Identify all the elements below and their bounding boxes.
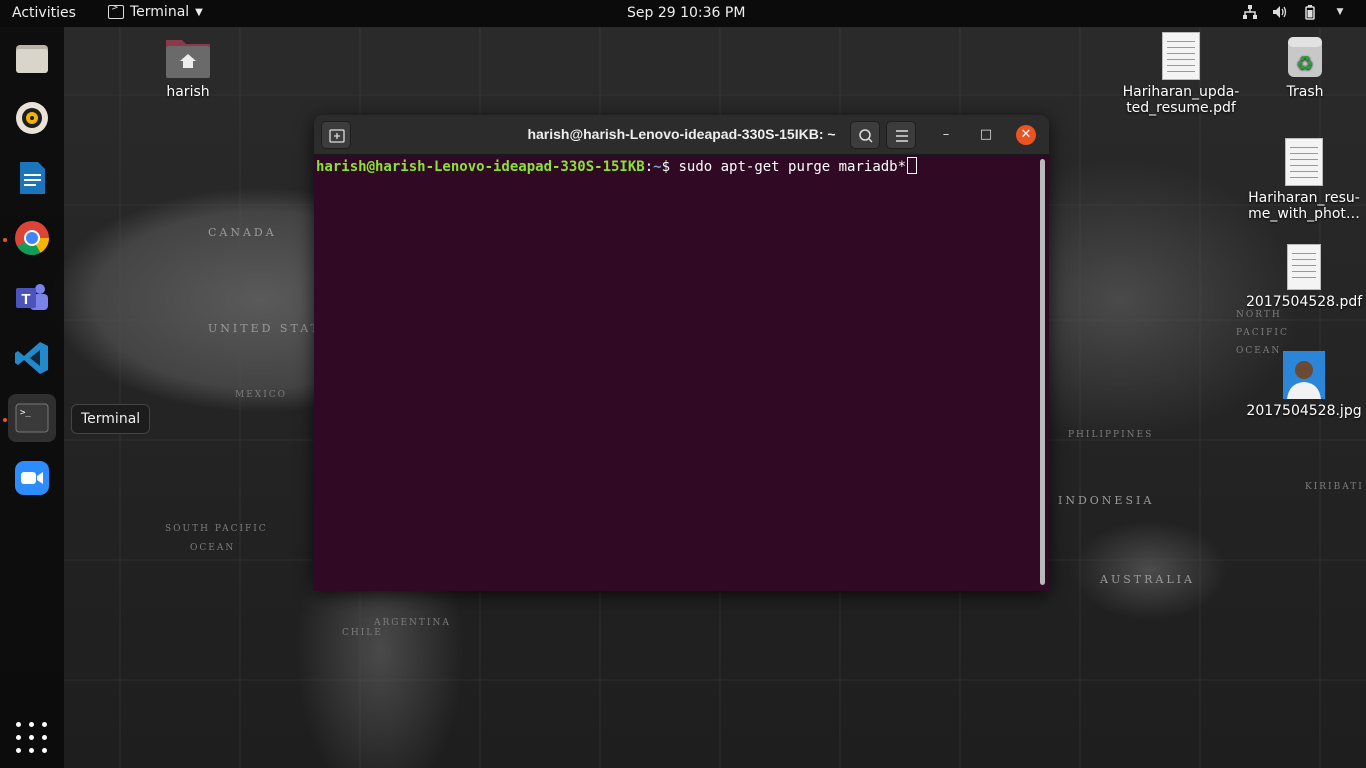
zoom-icon [15, 461, 49, 495]
desktop-icon-label: harish [166, 84, 210, 100]
map-label: PHILIPPINES [1068, 430, 1154, 440]
prompt-colon: : [644, 159, 654, 175]
app-menu[interactable]: Terminal ▼ [108, 3, 203, 20]
system-tray[interactable]: ▼ [1242, 4, 1348, 20]
map-label: KIRIBATI [1305, 482, 1364, 492]
caret-down-icon: ▼ [195, 6, 203, 18]
running-indicator [3, 418, 7, 422]
terminal-output[interactable]: harish@harish-Lenovo-ideapad-330S-15IKB:… [316, 157, 1039, 591]
clock[interactable]: Sep 29 10:36 PM [627, 5, 745, 21]
desktop-icon-label: Hariharan_upda- [1122, 84, 1240, 100]
minimize-button[interactable]: – [936, 125, 956, 145]
pdf-document-icon [1285, 138, 1323, 186]
scrollbar[interactable] [1040, 159, 1045, 585]
map-label: NORTH [1236, 310, 1282, 320]
volume-icon[interactable] [1272, 4, 1288, 20]
map-label: SOUTH PACIFIC [165, 524, 268, 534]
map-label: CHILE [342, 628, 383, 638]
search-button[interactable] [850, 121, 880, 149]
dock-item-rhythmbox[interactable] [8, 94, 56, 142]
map-label: INDONESIA [1058, 494, 1155, 507]
writer-icon [20, 162, 45, 194]
pdf-document-icon [1287, 244, 1321, 290]
hamburger-menu-icon [896, 130, 908, 142]
menu-button[interactable] [886, 121, 916, 149]
home-folder-icon [166, 40, 210, 78]
command-text: sudo apt-get purge mariadb* [678, 159, 907, 175]
pdf-document-icon [1162, 32, 1200, 80]
svg-text:>_: >_ [20, 408, 31, 418]
minimize-icon: – [942, 127, 950, 142]
running-indicator [3, 238, 7, 242]
map-label: OCEAN [190, 543, 236, 553]
chrome-icon [15, 221, 49, 255]
desktop-file-resume-pdf[interactable]: Hariharan_upda- ted_resume.pdf [1118, 32, 1244, 116]
activities-button[interactable]: Activities [12, 5, 76, 21]
desktop-home-folder[interactable]: harish [152, 36, 224, 100]
desktop-trash[interactable]: ♻ Trash [1270, 34, 1340, 100]
files-icon [16, 45, 48, 73]
photo-thumbnail-icon [1283, 351, 1325, 399]
prompt-line: harish@harish-Lenovo-ideapad-330S-15IKB:… [316, 157, 1039, 176]
desktop-icon-label: Trash [1286, 84, 1324, 100]
trash-icon: ♻ [1288, 37, 1322, 77]
teams-icon: T [16, 284, 48, 310]
map-label: ARGENTINA [374, 618, 451, 628]
terminal-window[interactable]: harish@harish-Lenovo-ideapad-330S-15IKB:… [314, 115, 1049, 591]
map-label: MEXICO [235, 390, 288, 400]
desktop-icon-label: 2017504528.pdf [1246, 294, 1363, 310]
dock-item-writer[interactable] [8, 154, 56, 202]
map-label: CANADA [208, 226, 277, 239]
prompt-user: harish@harish-Lenovo-ideapad-330S-15IKB [316, 159, 645, 175]
show-applications-button[interactable] [16, 722, 48, 754]
terminal-header-bar[interactable]: harish@harish-Lenovo-ideapad-330S-15IKB:… [314, 115, 1049, 155]
top-bar: Activities Terminal ▼ Sep 29 10:36 PM ▼ [0, 0, 1366, 27]
dock-item-vscode[interactable] [8, 334, 56, 382]
desktop-file-2017504528-jpg[interactable]: 2017504528.jpg [1246, 351, 1362, 419]
terminal-icon [108, 3, 124, 19]
svg-text:T: T [21, 291, 30, 308]
close-button[interactable]: ✕ [1016, 125, 1036, 145]
dock-item-files[interactable] [8, 34, 56, 82]
dock: T >_ [0, 27, 64, 768]
terminal-icon: >_ [15, 403, 49, 433]
desktop-icon-label: ted_resume.pdf [1126, 100, 1236, 116]
desktop-file-resume-with-photo[interactable]: Hariharan_resu- me_with_phot… [1244, 138, 1364, 222]
map-label: PACIFIC [1236, 328, 1289, 338]
text-cursor [907, 157, 918, 174]
app-menu-label: Terminal [130, 4, 190, 20]
dock-item-terminal[interactable]: >_ [8, 394, 56, 442]
dock-item-zoom[interactable] [8, 454, 56, 502]
search-icon [859, 129, 873, 143]
map-label: AUSTRALIA [1100, 573, 1195, 586]
desktop-file-2017504528-pdf[interactable]: 2017504528.pdf [1246, 244, 1362, 310]
network-icon[interactable] [1242, 4, 1258, 20]
maximize-icon: □ [979, 127, 993, 142]
maximize-button[interactable]: □ [976, 125, 996, 145]
desktop-icon-label: 2017504528.jpg [1246, 403, 1362, 419]
dock-item-teams[interactable]: T [8, 274, 56, 322]
rhythmbox-icon [16, 102, 48, 134]
chevron-down-icon[interactable]: ▼ [1332, 4, 1348, 20]
battery-icon[interactable] [1302, 4, 1318, 20]
prompt-symbol: $ [661, 159, 679, 175]
prompt-path: ~ [653, 159, 662, 175]
close-icon: ✕ [1020, 127, 1032, 142]
dock-item-chrome[interactable] [8, 214, 56, 262]
desktop-icon-label: Hariharan_resu- [1248, 190, 1360, 206]
dock-tooltip: Terminal [71, 404, 151, 434]
desktop-icon-label: me_with_phot… [1248, 206, 1360, 222]
vscode-icon [15, 342, 48, 374]
svg-text:♻: ♻ [1296, 51, 1314, 75]
